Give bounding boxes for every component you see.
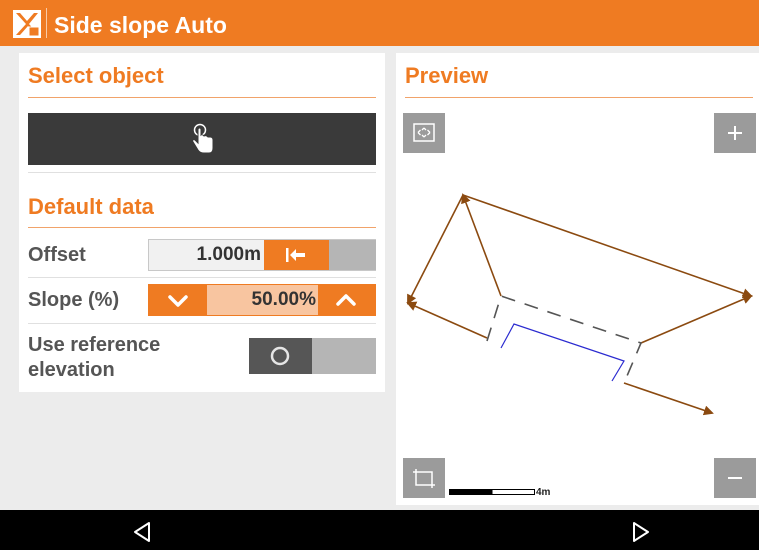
toggle-track (312, 338, 376, 374)
section-divider (28, 172, 376, 173)
reference-elevation-label: Use reference elevation (28, 334, 161, 381)
offset-label: Offset (28, 244, 86, 266)
scale-label: 4m (536, 487, 551, 498)
title-divider (46, 8, 47, 38)
slope-label: Slope (%) (28, 289, 120, 311)
offset-direction-toggle[interactable] (264, 240, 329, 270)
toggle-knob-side (249, 338, 312, 374)
offset-toggle-track[interactable] (329, 240, 376, 270)
object-boundary (486, 294, 643, 384)
selected-object (500, 323, 625, 382)
offset-input[interactable]: 1.000m (149, 240, 261, 270)
slope-increase-button[interactable] (318, 285, 375, 315)
zoom-extents-button[interactable] (403, 113, 445, 153)
slope-decrease-button[interactable] (149, 285, 207, 315)
row-divider (28, 323, 376, 324)
chevron-up-icon (336, 294, 356, 306)
select-object-button[interactable] (28, 113, 376, 165)
section-divider (28, 97, 376, 98)
page-title: Side slope Auto (54, 12, 227, 38)
title-bar: Side slope Auto (0, 0, 759, 46)
slope-input[interactable]: 50.00% (207, 285, 316, 315)
crop-icon (413, 469, 435, 488)
preview-canvas (406, 193, 753, 416)
section-divider (28, 227, 376, 228)
zoom-in-button[interactable] (714, 113, 756, 153)
zoom-extents-icon (413, 123, 435, 142)
select-object-heading: Select object (28, 63, 164, 88)
slope-lines (406, 193, 753, 416)
plus-icon (728, 126, 742, 140)
navigation-bar (0, 510, 759, 550)
crop-button[interactable] (403, 458, 445, 498)
preview-panel: Preview 4m (396, 53, 759, 505)
settings-panel: Select object Default data Offset 1.000m… (19, 53, 385, 392)
preview-heading: Preview (405, 63, 489, 88)
section-divider (405, 97, 753, 98)
slope-stepper: 50.00% (148, 284, 376, 316)
circle-icon (270, 346, 290, 366)
minus-icon (728, 477, 742, 479)
nav-forward-icon[interactable] (630, 520, 652, 544)
reference-elevation-toggle[interactable] (249, 338, 376, 374)
row-divider (28, 277, 376, 278)
scale-bar (449, 489, 535, 495)
app-logo-icon (13, 10, 41, 38)
arrow-to-left-icon (286, 248, 305, 262)
offset-field: 1.000m (148, 239, 376, 271)
chevron-down-icon (168, 295, 188, 307)
nav-back-icon[interactable] (131, 520, 153, 544)
zoom-out-button[interactable] (714, 458, 756, 498)
default-data-heading: Default data (28, 194, 154, 219)
tap-hand-icon (191, 123, 214, 154)
